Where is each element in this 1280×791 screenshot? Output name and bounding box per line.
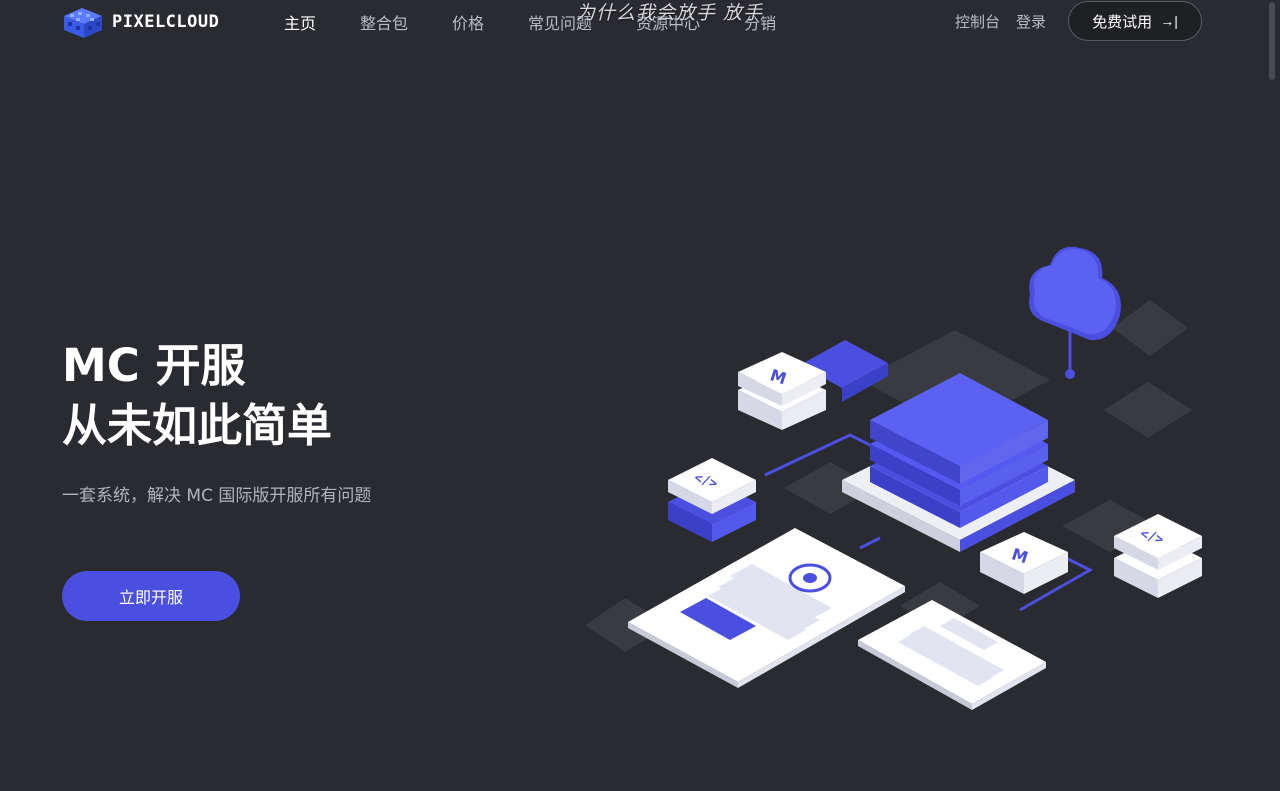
arrow-to-right-icon: →| — [1160, 13, 1178, 29]
m-tile-bottom: M — [980, 532, 1068, 594]
hero-subtitle: 一套系统，解决 MC 国际版开服所有问题 — [62, 486, 372, 506]
nav-item-modpacks[interactable]: 整合包 — [360, 10, 408, 34]
code-tile-left: </> — [668, 458, 756, 542]
page-scrollbar[interactable] — [1264, 0, 1280, 791]
cloud-icon — [1029, 246, 1121, 341]
connector-node — [1065, 369, 1075, 379]
scrollbar-thumb[interactable] — [1269, 2, 1275, 80]
login-link[interactable]: 登录 — [1016, 11, 1046, 32]
small-document-card — [858, 600, 1046, 710]
free-trial-button[interactable]: 免费试用 →| — [1068, 1, 1202, 41]
console-link[interactable]: 控制台 — [955, 11, 1000, 32]
pixel-cube-logo-icon — [64, 8, 102, 38]
hero-title-line-1: MC 开服 — [62, 339, 246, 392]
brand-logo[interactable]: PIXELCLOUD — [62, 4, 219, 40]
free-trial-label: 免费试用 — [1092, 13, 1153, 31]
start-server-button[interactable]: 立即开服 — [62, 571, 240, 621]
isometric-server-illustration: M </> </> M — [585, 246, 1202, 710]
site-header: PIXELCLOUD 主页 整合包 价格 常见问题 资源中心 分销 为什么我会放… — [0, 0, 1264, 42]
nav-item-home[interactable]: 主页 — [284, 10, 316, 34]
brand-name: PIXELCLOUD — [112, 12, 220, 32]
document-card — [628, 528, 905, 688]
nav-item-pricing[interactable]: 价格 — [452, 10, 484, 34]
hero-title: MC 开服 从未如此简单 — [62, 336, 332, 456]
hero-title-line-2: 从未如此简单 — [62, 399, 333, 452]
overlay-caption: 为什么我会放手 放手 — [576, 2, 764, 24]
header-links: 控制台 登录 — [955, 11, 1046, 32]
